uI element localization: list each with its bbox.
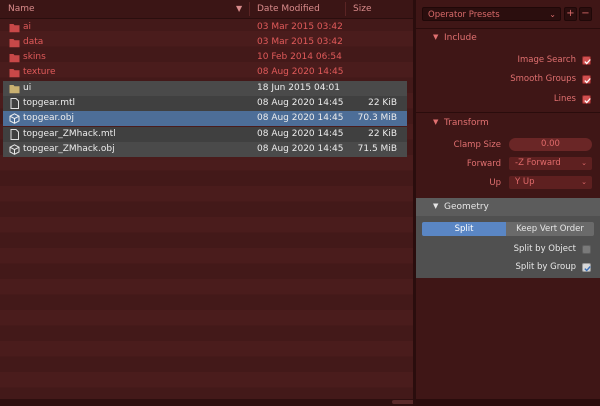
collapse-triangle-icon: ▼ xyxy=(433,33,439,41)
file-icon xyxy=(10,98,19,109)
column-date[interactable]: Date Modified xyxy=(257,4,320,14)
file-name: ui xyxy=(23,83,32,93)
file-date: 10 Feb 2014 06:54 xyxy=(257,52,342,62)
image-search-checkbox[interactable] xyxy=(582,56,591,65)
file-name: texture xyxy=(23,67,56,77)
file-date: 18 Jun 2015 04:01 xyxy=(257,83,340,93)
file-row-skins[interactable]: skins 10 Feb 2014 06:54 xyxy=(3,50,407,65)
folder-icon xyxy=(9,69,20,78)
collapse-triangle-icon: ▼ xyxy=(433,118,439,126)
file-row-topgear-obj[interactable]: topgear.obj 08 Aug 2020 14:45 70.3 MiB xyxy=(3,111,407,126)
keep-vert-order-option[interactable]: Keep Vert Order xyxy=(506,222,594,236)
smooth-groups-checkbox[interactable] xyxy=(582,75,591,84)
chevron-down-icon: ⌄ xyxy=(581,159,587,167)
panel-bottom-bar xyxy=(416,399,600,406)
file-date: 08 Aug 2020 14:45 xyxy=(257,144,344,154)
file-name: ai xyxy=(23,22,32,32)
file-row-texture[interactable]: texture 08 Aug 2020 14:45 xyxy=(3,65,407,80)
file-date: 08 Aug 2020 14:45 xyxy=(257,113,344,123)
file-name: data xyxy=(23,37,44,47)
sort-arrow-icon[interactable]: ▼ xyxy=(236,4,242,13)
file-name: topgear_ZMhack.obj xyxy=(23,144,115,154)
file-row-topgear-mtl[interactable]: topgear.mtl 08 Aug 2020 14:45 22 KiB xyxy=(3,96,407,111)
file-row-data[interactable]: data 03 Mar 2015 03:42 xyxy=(3,35,407,50)
forward-value: -Z Forward xyxy=(515,158,561,168)
file-name: topgear_ZMhack.mtl xyxy=(23,129,116,139)
add-preset-button[interactable]: + xyxy=(564,7,577,21)
file-date: 08 Aug 2020 14:45 xyxy=(257,67,344,77)
column-divider xyxy=(345,2,346,16)
file-size: 22 KiB xyxy=(368,98,397,108)
panel-separator xyxy=(416,112,600,113)
file-icon xyxy=(10,129,19,140)
remove-preset-button[interactable]: − xyxy=(579,7,592,21)
mesh-cube-icon xyxy=(9,144,20,155)
file-row-topgear-zmhack-mtl[interactable]: topgear_ZMhack.mtl 08 Aug 2020 14:45 22 … xyxy=(3,127,407,142)
file-name: topgear.obj xyxy=(23,113,74,123)
column-divider xyxy=(249,2,250,16)
collapse-triangle-icon: ▼ xyxy=(433,202,439,210)
geometry-panel-header[interactable]: ▼ Geometry xyxy=(416,198,600,216)
file-row-ui[interactable]: ui 18 Jun 2015 04:01 xyxy=(3,81,407,96)
file-size: 22 KiB xyxy=(368,129,397,139)
split-by-object-label: Split by Object xyxy=(513,244,576,254)
transform-panel-header[interactable]: ▼ Transform xyxy=(416,114,600,132)
lines-label: Lines xyxy=(553,94,576,104)
checkmark-icon xyxy=(584,59,591,65)
file-name: skins xyxy=(23,52,46,62)
checkmark-icon xyxy=(584,98,591,104)
file-date: 08 Aug 2020 14:45 xyxy=(257,129,344,139)
include-title: Include xyxy=(444,33,477,43)
split-by-group-label: Split by Group xyxy=(515,262,576,272)
lines-checkbox[interactable] xyxy=(582,95,591,104)
operator-presets-dropdown[interactable]: Operator Presets ⌄ xyxy=(422,7,561,21)
checkmark-icon xyxy=(584,78,591,84)
column-header: Name ▼ Date Modified Size xyxy=(0,0,413,19)
clamp-size-field[interactable]: 0.00 xyxy=(509,138,592,151)
folder-icon xyxy=(9,54,20,63)
up-label: Up xyxy=(489,178,501,188)
chevron-down-icon: ⌄ xyxy=(581,178,587,186)
transform-title: Transform xyxy=(444,118,489,128)
horizontal-scrollbar-track[interactable] xyxy=(0,399,413,406)
checkmark-icon xyxy=(584,266,591,272)
clamp-size-label: Clamp Size xyxy=(453,140,501,150)
file-row-ai[interactable]: ai 03 Mar 2015 03:42 xyxy=(3,20,407,35)
split-option[interactable]: Split xyxy=(422,222,506,236)
operator-presets-label: Operator Presets xyxy=(428,10,500,20)
split-by-group-checkbox[interactable] xyxy=(582,263,591,272)
file-size: 71.5 MiB xyxy=(357,144,397,154)
up-dropdown[interactable]: Y Up ⌄ xyxy=(509,176,592,189)
image-search-label: Image Search xyxy=(517,55,576,65)
column-size[interactable]: Size xyxy=(353,4,371,14)
folder-icon xyxy=(9,24,20,33)
operator-panel: Operator Presets ⌄ + − ▼ Include Image S… xyxy=(416,0,600,406)
file-date: 03 Mar 2015 03:42 xyxy=(257,37,343,47)
up-value: Y Up xyxy=(515,177,535,187)
file-size: 70.3 MiB xyxy=(357,113,397,123)
smooth-groups-label: Smooth Groups xyxy=(510,74,576,84)
file-date: 08 Aug 2020 14:45 xyxy=(257,98,344,108)
geometry-panel: ▼ Geometry Split Keep Vert Order Split b… xyxy=(416,198,600,278)
folder-icon xyxy=(9,39,20,48)
include-panel-header[interactable]: ▼ Include xyxy=(416,29,600,47)
file-row-topgear-zmhack-obj[interactable]: topgear_ZMhack.obj 08 Aug 2020 14:45 71.… xyxy=(3,142,407,157)
file-browser: Name ▼ Date Modified Size ai 03 Mar 2015… xyxy=(0,0,413,406)
forward-dropdown[interactable]: -Z Forward ⌄ xyxy=(509,157,592,170)
file-date: 03 Mar 2015 03:42 xyxy=(257,22,343,32)
geometry-title: Geometry xyxy=(444,202,489,212)
split-by-object-checkbox[interactable] xyxy=(582,245,591,254)
column-name[interactable]: Name xyxy=(8,4,35,14)
mesh-cube-icon xyxy=(9,113,20,124)
forward-label: Forward xyxy=(466,159,501,169)
folder-icon xyxy=(9,85,20,94)
file-name: topgear.mtl xyxy=(23,98,76,108)
chevron-down-icon: ⌄ xyxy=(549,10,556,19)
